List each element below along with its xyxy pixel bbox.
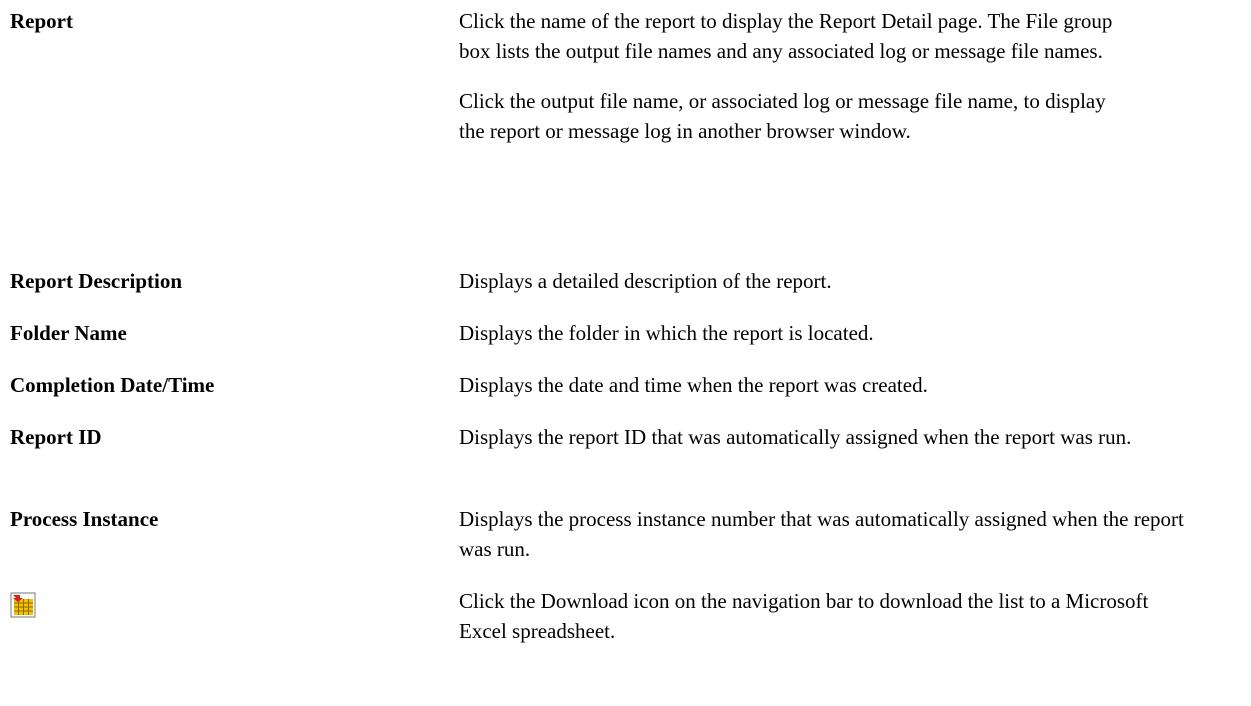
description-report: Click the name of the report to display … <box>459 6 1249 146</box>
term-process-instance: Process Instance <box>10 507 159 531</box>
description-paragraph: Displays the process instance number tha… <box>459 507 1184 561</box>
term-folder-name: Folder Name <box>10 321 127 345</box>
description-paragraph: Click the Download icon on the navigatio… <box>459 589 1149 643</box>
term-report-description: Report Description <box>10 269 183 293</box>
term-report: Report <box>10 9 73 33</box>
description-process-instance: Displays the process instance number tha… <box>459 504 1249 564</box>
description-folder-name: Displays the folder in which the report … <box>459 318 1249 348</box>
description-paragraph: Click the output file name, or associate… <box>459 89 1106 143</box>
description-report-description: Displays a detailed description of the r… <box>459 266 1249 296</box>
term-completion-date-time: Completion Date/Time <box>10 373 215 397</box>
term-report-id: Report ID <box>10 425 102 449</box>
description-paragraph: Displays a detailed description of the r… <box>459 269 832 293</box>
download-to-excel-icon <box>10 592 36 618</box>
description-download: Click the Download icon on the navigatio… <box>459 586 1249 646</box>
description-report-id: Displays the report ID that was automati… <box>459 422 1249 452</box>
description-completion-date-time: Displays the date and time when the repo… <box>459 370 1249 400</box>
description-paragraph: Click the name of the report to display … <box>459 9 1113 63</box>
description-paragraph: Displays the folder in which the report … <box>459 321 874 345</box>
description-paragraph: Displays the date and time when the repo… <box>459 373 928 397</box>
description-paragraph: Displays the report ID that was automati… <box>459 425 1132 449</box>
